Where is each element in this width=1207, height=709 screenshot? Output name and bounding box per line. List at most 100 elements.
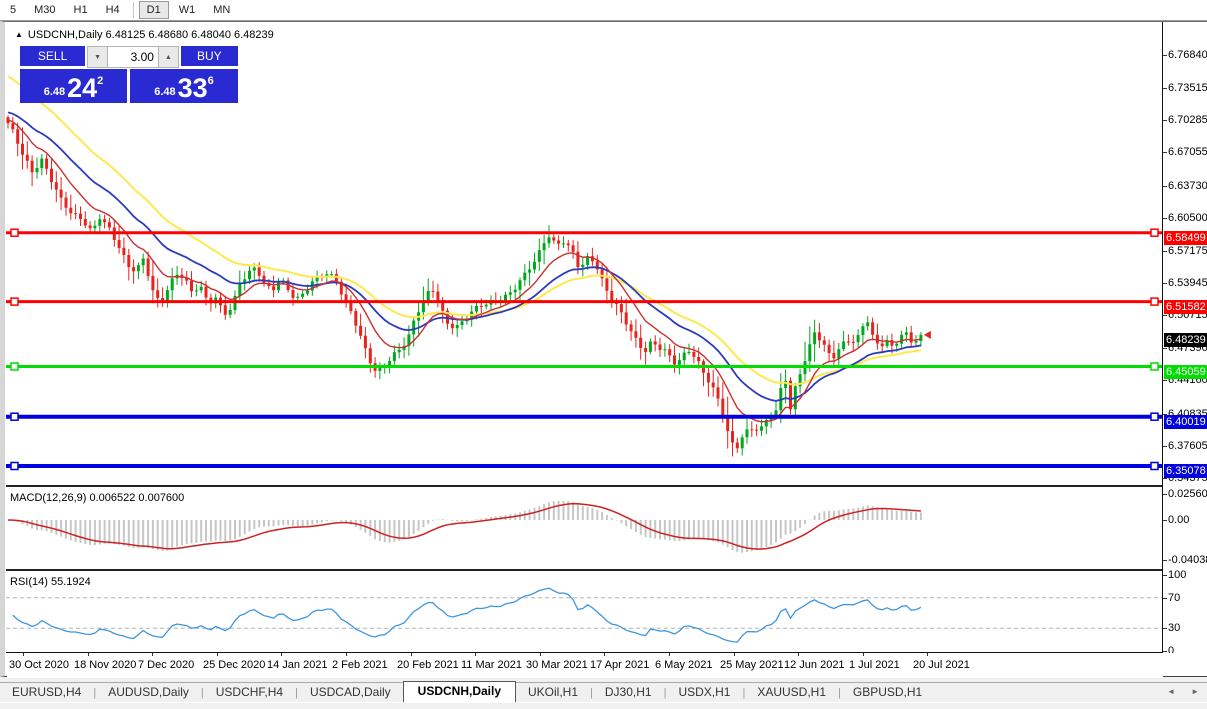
macd-axis-label: 0.025609	[1168, 488, 1207, 500]
volume-decrease-button[interactable]: ▼	[87, 46, 108, 68]
date-axis-label: 20 Jul 2021	[913, 659, 970, 671]
buy-button[interactable]: BUY	[181, 46, 238, 68]
date-axis-label: 25 May 2021	[720, 659, 784, 671]
level-price-badge: 6.51582	[1164, 300, 1207, 314]
date-axis-tick	[604, 653, 605, 656]
date-axis-label: 11 Mar 2021	[461, 659, 522, 671]
price-axis-label: 6.53945	[1168, 277, 1207, 289]
sell-button[interactable]: SELL	[20, 46, 85, 68]
price-axis-label: 6.60500	[1168, 212, 1207, 224]
price-axis-tick	[1163, 88, 1167, 89]
tab-ukoil-h1[interactable]: UKOil,H1	[516, 683, 590, 702]
volume-increase-button[interactable]: ▲	[158, 46, 179, 68]
date-axis-tick	[927, 653, 928, 656]
tab-audusd-daily[interactable]: AUDUSD,Daily	[96, 683, 201, 702]
rsi-axis-label: 70	[1168, 592, 1180, 604]
status-bar	[0, 702, 1207, 709]
price-axis-label: 6.73515	[1168, 82, 1207, 94]
timeframe-button-h1[interactable]: H1	[66, 1, 96, 19]
macd-pane[interactable]: MACD(12,26,9) 0.006522 0.007600	[6, 489, 1162, 571]
date-axis-tick	[863, 653, 864, 656]
date-axis-tick	[346, 653, 347, 656]
macd-axis-label: -0.040386	[1168, 554, 1207, 566]
toolbar-divider	[133, 2, 134, 18]
date-axis: 30 Oct 2020 18 Nov 20207 Dec 2020 25 Dec 2…	[7, 653, 1163, 678]
date-axis-tick	[475, 653, 476, 656]
timeframe-button-h4[interactable]: H4	[98, 1, 128, 19]
sell-price-big: 24	[67, 75, 97, 101]
timeframe-button-mn[interactable]: MN	[205, 1, 238, 19]
date-axis-tick	[669, 653, 670, 656]
level-price-badge: 6.40019	[1164, 415, 1207, 429]
price-axis-tick	[1163, 55, 1167, 56]
timeframe-button-m30[interactable]: M30	[26, 1, 63, 19]
date-axis-label: 30 Mar 2021	[526, 659, 588, 671]
volume-input[interactable]	[108, 46, 158, 68]
date-axis-label: 30 Oct 2020	[9, 659, 69, 671]
macd-axis-label: 0.00	[1168, 514, 1189, 526]
price-axis-tick	[1163, 315, 1167, 316]
timeframe-toolbar: 5M30H1H4 D1W1MN	[0, 0, 1207, 21]
price-pane[interactable]: ▲USDCNH,Daily 6.48125 6.48680 6.48040 6.…	[6, 22, 1162, 487]
date-axis-label: 7 Dec 2020	[138, 659, 194, 671]
date-axis-tick	[411, 653, 412, 656]
tab-xauusd-h1[interactable]: XAUUSD,H1	[745, 683, 838, 702]
price-axis-label: 6.67055	[1168, 146, 1207, 158]
sell-price-button[interactable]: 6.48 24 2	[20, 69, 127, 103]
chart-window: ▲USDCNH,Daily 6.48125 6.48680 6.48040 6.…	[0, 21, 1207, 677]
price-axis-label: 6.37605	[1168, 440, 1207, 452]
date-axis-label: 25 Dec 2020	[203, 659, 265, 671]
tab-usdchf-h4[interactable]: USDCHF,H4	[204, 683, 295, 702]
price-axis-tick	[1163, 380, 1167, 381]
date-axis-label: 1 Jul 2021	[849, 659, 900, 671]
tab-usdcnh-daily[interactable]: USDCNH,Daily	[403, 681, 516, 702]
tab-usdcad-daily[interactable]: USDCAD,Daily	[298, 683, 403, 702]
timeframe-button-5[interactable]: 5	[2, 1, 24, 19]
price-axis-tick	[1163, 152, 1167, 153]
buy-price-prefix: 6.48	[154, 86, 175, 98]
tab-scroll-right-button[interactable]: ►	[1191, 687, 1199, 696]
tab-usdx-h1[interactable]: USDX,H1	[666, 683, 742, 702]
rsi-axis-label: 0	[1168, 645, 1174, 653]
date-axis-label: 12 Jun 2021	[784, 659, 845, 671]
timeframe-button-w1[interactable]: W1	[171, 1, 204, 19]
sell-price-sup: 2	[97, 75, 103, 87]
chart-ohlc: 6.48125 6.48680 6.48040 6.48239	[106, 29, 274, 41]
tab-dj30-h1[interactable]: DJ30,H1	[593, 683, 664, 702]
rsi-canvas[interactable]	[6, 573, 1162, 652]
sell-price-prefix: 6.48	[44, 86, 65, 98]
price-axis-tick	[1163, 218, 1167, 219]
price-axis-tick	[1163, 478, 1167, 479]
price-axis-label: 6.76840	[1168, 49, 1207, 61]
date-axis-label: 17 Apr 2021	[590, 659, 649, 671]
level-price-badge: 6.45059	[1164, 365, 1207, 379]
one-click-trade-panel: SELL ▼ ▲ BUY 6.48 24 2 6.48	[20, 46, 238, 103]
date-axis-tick	[23, 653, 24, 656]
date-axis-tick	[217, 653, 218, 656]
price-axis-tick	[1163, 446, 1167, 447]
price-axis-tick	[1163, 251, 1167, 252]
buy-price-sup: 6	[208, 75, 214, 87]
tab-gbpusd-h1[interactable]: GBPUSD,H1	[841, 683, 934, 702]
rsi-label: RSI(14) 55.1924	[10, 576, 91, 588]
price-axis-label: 6.57175	[1168, 245, 1207, 257]
price-axis-label: 6.70285	[1168, 114, 1207, 126]
buy-price-button[interactable]: 6.48 33 6	[130, 69, 238, 103]
date-axis-label: 18 Nov 2020	[74, 659, 136, 671]
date-axis-tick	[152, 653, 153, 656]
price-axis-tick	[1163, 348, 1167, 349]
timeframe-button-d1[interactable]: D1	[139, 1, 169, 19]
date-axis-tick	[281, 653, 282, 656]
rsi-pane[interactable]: RSI(14) 55.1924	[6, 573, 1162, 653]
price-axis-label: 6.63730	[1168, 180, 1207, 192]
date-axis-tick	[540, 653, 541, 656]
level-price-badge: 6.35078	[1164, 464, 1207, 478]
date-axis-label: 2 Feb 2021	[332, 659, 388, 671]
buy-price-big: 33	[178, 75, 208, 101]
level-price-badge: 6.58499	[1164, 231, 1207, 245]
tab-scroll-left-button[interactable]: ◄	[1167, 687, 1175, 696]
date-axis-tick	[88, 653, 89, 656]
tab-eurusd-h4[interactable]: EURUSD,H4	[0, 683, 93, 702]
date-axis-label: 6 May 2021	[655, 659, 712, 671]
price-axis: 6.76840 6.73515 6.70285 6.67055 6.63730 6.605…	[1162, 22, 1207, 653]
